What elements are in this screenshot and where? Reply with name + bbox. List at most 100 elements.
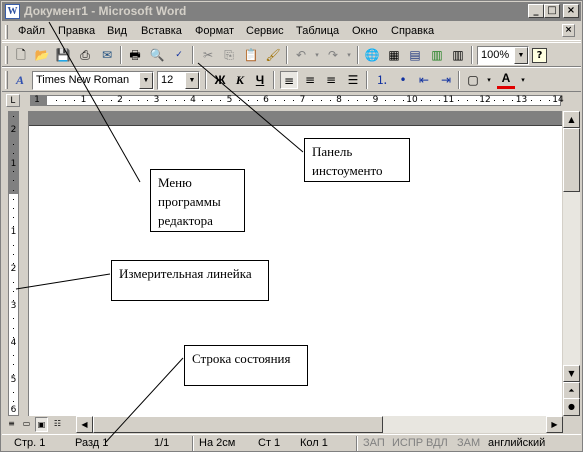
menu-view[interactable]: Вид: [107, 25, 127, 37]
spelling-icon[interactable]: ✓: [170, 46, 188, 64]
hyperlink-icon[interactable]: 🌐: [363, 46, 381, 64]
menu-format[interactable]: Формат: [195, 25, 234, 37]
save-icon[interactable]: 💾: [54, 46, 72, 64]
font-select[interactable]: Times New Roman ▼: [32, 71, 154, 90]
status-record[interactable]: ЗАП: [363, 437, 385, 449]
redo-dropdown-icon[interactable]: ▾: [340, 46, 358, 64]
bold-button[interactable]: Ж: [211, 71, 229, 89]
maximize-button[interactable]: □: [544, 4, 560, 18]
numbered-list-icon[interactable]: ⒈: [373, 71, 391, 89]
horizontal-scroll-thumb[interactable]: [93, 416, 383, 433]
ruler-tick: [92, 100, 94, 101]
styles-icon[interactable]: A: [11, 71, 29, 89]
ruler-number: 5: [226, 95, 233, 105]
word-app-icon[interactable]: W: [5, 4, 20, 19]
font-color-button[interactable]: A: [497, 71, 515, 89]
ruler-tick: [238, 100, 240, 101]
vertical-ruler[interactable]: 2 1 1 2 3 4 5 6: [2, 111, 24, 416]
underline-button[interactable]: Ч: [251, 71, 269, 89]
menu-table[interactable]: Таблица: [296, 25, 339, 37]
close-button[interactable]: ×: [563, 4, 579, 18]
horizontal-scroll-track[interactable]: ◀ ▶: [76, 416, 563, 433]
scroll-left-icon[interactable]: ◀: [76, 416, 93, 433]
ruler-tick: [13, 152, 14, 154]
print-layout-icon[interactable]: ▣: [35, 417, 48, 432]
horizontal-ruler-strip[interactable]: 1 1 2 3 4 5 6 7 8 9 10 11 12 13 14: [30, 95, 564, 106]
horizontal-ruler[interactable]: L 1 1 2 3 4 5 6 7 8 9 10 11 12 13 14: [2, 92, 581, 109]
font-size-select[interactable]: 12 ▼: [157, 71, 200, 90]
print-icon[interactable]: 🖶: [126, 46, 144, 64]
italic-button[interactable]: К: [231, 71, 249, 89]
email-icon[interactable]: ✉: [98, 46, 116, 64]
ruler-number: 3: [10, 301, 17, 311]
scroll-up-icon[interactable]: ▲: [563, 111, 580, 128]
ruler-tick: [439, 100, 441, 101]
chevron-down-icon[interactable]: ▼: [139, 72, 153, 89]
cut-icon[interactable]: ✂: [199, 46, 217, 64]
font-color-dropdown-icon[interactable]: ▾: [514, 71, 532, 89]
increase-indent-icon[interactable]: ⇥: [437, 71, 455, 89]
borders-dropdown-icon[interactable]: ▾: [480, 71, 498, 89]
scroll-down-icon[interactable]: ▼: [563, 365, 580, 382]
insert-excel-icon[interactable]: ▥: [428, 46, 446, 64]
chevron-down-icon[interactable]: ▼: [185, 72, 199, 89]
align-center-icon[interactable]: ≡: [301, 71, 319, 89]
ruler-tick: [13, 401, 14, 403]
format-painter-icon[interactable]: 🖌: [264, 46, 282, 64]
web-view-icon[interactable]: ▭: [20, 417, 33, 432]
help-icon[interactable]: ?: [532, 48, 547, 63]
status-extend[interactable]: ВДЛ: [426, 437, 448, 449]
scroll-right-icon[interactable]: ▶: [546, 416, 563, 433]
justify-icon[interactable]: ☰: [344, 71, 362, 89]
menu-insert[interactable]: Вставка: [141, 25, 182, 37]
vertical-scroll-thumb[interactable]: [563, 128, 580, 192]
zoom-select[interactable]: 100% ▼: [477, 46, 529, 65]
columns-icon[interactable]: ▥: [449, 46, 467, 64]
standard-toolbar: 🗋 📂 💾 ⎙ ✉ 🖶 🔍 ✓ ✂ ⎘ 📋 🖌 ↶ ▾ ↷ ▾ 🌐 ▦ ▤ ▥ …: [2, 42, 581, 67]
horizontal-scrollbar[interactable]: ≡ ▭ ▣ ☷ ◀ ▶: [2, 416, 563, 433]
outline-view-icon[interactable]: ☷: [51, 417, 64, 432]
ruler-tick: [202, 100, 204, 101]
ruler-tick: [13, 180, 14, 182]
copy-icon[interactable]: ⎘: [220, 46, 238, 64]
menu-edit[interactable]: Правка: [58, 25, 95, 37]
document-close-button[interactable]: ×: [562, 24, 575, 37]
status-track[interactable]: ИСПР: [392, 437, 423, 449]
toolbar-grip[interactable]: [5, 71, 8, 89]
toolbar-separator: [471, 46, 473, 64]
previous-page-icon[interactable]: ⏶: [563, 382, 580, 399]
ruler-tick: [348, 100, 350, 101]
menu-grip[interactable]: [5, 25, 8, 39]
tables-borders-icon[interactable]: ▦: [385, 46, 403, 64]
chevron-down-icon[interactable]: ▼: [514, 47, 528, 64]
ruler-tick: [110, 100, 112, 101]
title-bar[interactable]: W Документ1 - Microsoft Word _ □ ×: [2, 2, 581, 21]
minimize-button[interactable]: _: [528, 4, 544, 18]
ruler-tick: [13, 217, 14, 219]
toolbar-separator: [273, 71, 275, 89]
ruler-tick: [393, 100, 395, 101]
vertical-ruler-strip[interactable]: 2 1 1 2 3 4 5 6: [8, 111, 19, 416]
print-preview-icon[interactable]: 🔍: [148, 46, 166, 64]
new-document-icon[interactable]: 🗋: [12, 46, 30, 64]
paste-icon[interactable]: 📋: [242, 46, 260, 64]
browse-object-icon[interactable]: ●: [563, 398, 580, 416]
vertical-scrollbar[interactable]: ▲ ▼ ⏶ ●: [563, 111, 580, 416]
menu-help[interactable]: Справка: [391, 25, 434, 37]
toolbar-grip[interactable]: [5, 46, 8, 64]
decrease-indent-icon[interactable]: ⇤: [415, 71, 433, 89]
ruler-tick: [13, 281, 14, 283]
permission-icon[interactable]: ⎙: [76, 46, 94, 64]
insert-table-icon[interactable]: ▤: [406, 46, 424, 64]
open-folder-icon[interactable]: 📂: [33, 46, 51, 64]
menu-tools[interactable]: Сервис: [246, 25, 284, 37]
align-right-icon[interactable]: ≡: [322, 71, 340, 89]
menu-file[interactable]: Файл: [18, 25, 45, 37]
status-overtype[interactable]: ЗАМ: [457, 437, 480, 449]
ruler-number: 6: [10, 405, 17, 415]
tab-selector[interactable]: L: [6, 94, 20, 107]
menu-window[interactable]: Окно: [352, 25, 378, 37]
align-left-icon[interactable]: ≡: [280, 71, 298, 89]
bulleted-list-icon[interactable]: •: [394, 71, 412, 89]
normal-view-icon[interactable]: ≡: [5, 417, 18, 432]
